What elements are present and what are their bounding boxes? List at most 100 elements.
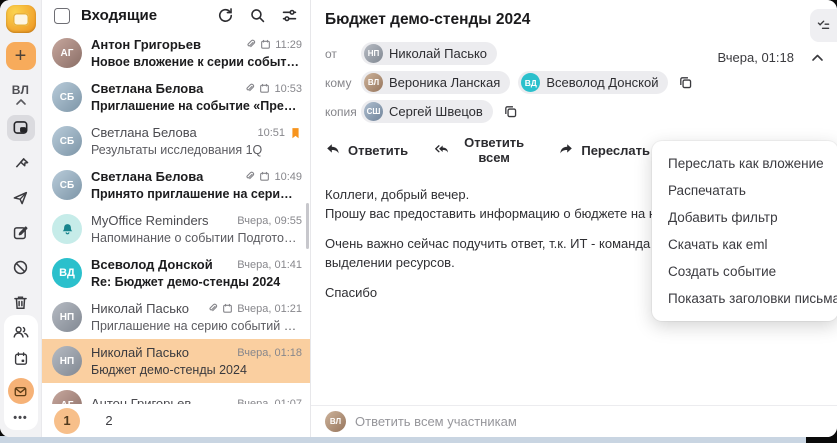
calendar-icon (260, 39, 271, 50)
email-list-item[interactable]: СБ Светлана Белова 10:51 Результаты иссл… (42, 119, 310, 163)
folder-spam-button[interactable] (7, 254, 35, 280)
email-list: АГ Антон Григорьев 11:29 Новое вложение … (42, 31, 310, 437)
email-list-item[interactable]: СБ Светлана Белова 10:49 Принято приглаш… (42, 163, 310, 207)
menu-item-show-headers[interactable]: Показать заголовки письма (652, 285, 837, 312)
reply-button[interactable]: Ответить (325, 143, 408, 158)
email-list-item[interactable]: АГ Антон Григорьев 11:29 Новое вложение … (42, 31, 310, 75)
menu-item-print[interactable]: Распечатать (652, 177, 837, 204)
reply-label: Ответить (348, 142, 409, 158)
copy-recipients-icon[interactable] (503, 104, 518, 119)
compose-button[interactable]: + (5, 41, 36, 70)
copy-recipients-icon[interactable] (678, 75, 693, 90)
email-list-item[interactable]: ВД Всеволод Донской Вчера, 01:41 Re: Бюд… (42, 251, 310, 295)
email-list-item-selected[interactable]: НП Николай Пасько Вчера, 01:18 Бюджет де… (42, 339, 310, 383)
calendar-app-icon[interactable] (13, 351, 29, 367)
sender-name: Светлана Белова (91, 169, 204, 184)
folder-sent-button[interactable] (7, 184, 35, 210)
sender-name: MyOffice Reminders (91, 213, 209, 228)
page-2-button[interactable]: 2 (96, 408, 122, 434)
folder-inbox-button[interactable] (6, 114, 35, 141)
contact-name: Вероника Ланская (389, 75, 501, 90)
screenshot-stage: + ВЛ ••• Входящие АГ Антон Григорьев 11:… (0, 0, 837, 443)
sender-name: Всеволод Донской (91, 257, 213, 272)
avatar: ВЛ (325, 411, 346, 432)
sender-name: Светлана Белова (91, 125, 197, 140)
sender-name: Светлана Белова (91, 81, 204, 96)
contact-chip-cc[interactable]: СШ Сергей Швецов (361, 100, 493, 123)
folder-trash-button[interactable] (7, 289, 35, 315)
folder-flagged-button[interactable] (7, 150, 35, 176)
avatar: СБ (52, 126, 82, 156)
account-chevron-up-icon[interactable] (15, 98, 27, 106)
message-date-row: Вчера, 01:18 (718, 50, 824, 65)
menu-item-add-filter[interactable]: Добавить фильтр (652, 204, 837, 231)
logo-envelope-icon (12, 13, 29, 26)
list-scrollbar[interactable] (306, 203, 309, 249)
avatar: СШ (364, 102, 383, 121)
message-date: Вчера, 01:18 (717, 50, 794, 65)
email-list-item[interactable]: СБ Светлана Белова 10:53 Приглашение на … (42, 75, 310, 119)
subject-line: Re: Бюджет демо-стенды 2024 (91, 275, 281, 289)
forward-label: Переслать (581, 142, 650, 158)
timestamp: Вчера, 01:18 (237, 346, 302, 359)
contact-chip-from[interactable]: НП Николай Пасько (361, 42, 498, 65)
timestamp: 11:29 (275, 38, 302, 51)
subject-line: Новое вложение к серии событий «Аналити… (91, 55, 302, 69)
list-header: Входящие (42, 0, 310, 31)
menu-item-forward-as-attachment[interactable]: Переслать как вложение (652, 150, 837, 177)
more-apps-icon[interactable]: ••• (13, 413, 28, 424)
avatar: СБ (52, 170, 82, 200)
avatar: НП (364, 44, 383, 63)
avatar: ВД (521, 73, 541, 92)
to-label: кому (325, 75, 352, 90)
menu-item-create-event[interactable]: Создать событие (652, 258, 837, 285)
timestamp: Вчера, 09:55 (237, 214, 302, 227)
subject-line: Приглашение на серию событий «Демо стен… (91, 319, 302, 333)
search-icon[interactable] (249, 7, 266, 24)
collapse-header-chevron-icon[interactable] (811, 53, 824, 62)
email-list-item[interactable]: НП Николай Пасько Вчера, 01:21 Приглашен… (42, 295, 310, 339)
quick-reply-bar[interactable]: ВЛ Ответить всем участникам (311, 405, 837, 437)
sender-name: Николай Пасько (91, 301, 190, 316)
subject-line: Напоминание о событии Подготовить отчет… (91, 231, 302, 245)
message-subject: Бюджет демо-стенды 2024 (325, 11, 531, 28)
tasks-panel-toggle[interactable] (810, 9, 837, 42)
avatar: ВД (52, 258, 82, 288)
paperclip-icon (207, 303, 218, 314)
reply-all-label: Ответить всем (464, 135, 525, 165)
bookmark-icon (289, 126, 302, 140)
refresh-icon[interactable] (217, 7, 234, 24)
paperclip-icon (244, 171, 255, 182)
email-list-item[interactable]: MyOffice Reminders Вчера, 09:55 Напомина… (42, 207, 310, 251)
menu-item-download-eml[interactable]: Скачать как eml (652, 231, 837, 258)
folder-drafts-button[interactable] (7, 219, 35, 245)
mail-app-active[interactable] (7, 378, 34, 404)
avatar: НП (52, 302, 82, 332)
timestamp: 10:49 (274, 170, 302, 183)
avatar: АГ (52, 38, 82, 68)
contact-chip-to[interactable]: ВЛ Вероника Ланская (361, 71, 511, 94)
sender-name: Антон Григорьев (91, 37, 201, 52)
from-label: от (325, 46, 337, 61)
mail-list-pane: Входящие АГ Антон Григорьев 11:29 Новое … (42, 0, 311, 437)
filter-tune-icon[interactable] (281, 7, 298, 24)
subject-line: Бюджет демо-стенды 2024 (91, 363, 247, 377)
forward-button[interactable]: Переслать (558, 143, 650, 158)
more-actions-menu: Переслать как вложение Распечатать Добав… (652, 141, 837, 321)
contacts-app-icon[interactable] (12, 324, 30, 340)
timestamp: 10:51 (257, 126, 285, 139)
reply-all-button[interactable]: Ответить всем (435, 135, 531, 165)
calendar-icon (259, 171, 270, 182)
myoffice-logo-icon[interactable] (5, 5, 36, 33)
user-initials[interactable]: ВЛ (12, 83, 29, 97)
calendar-icon (222, 303, 233, 314)
page-1-button[interactable]: 1 (54, 407, 80, 434)
subject-line: Приглашение на событие «Предварительно… (91, 99, 302, 113)
subject-line: Результаты исследования 1Q (91, 143, 263, 157)
select-all-checkbox[interactable] (54, 7, 70, 24)
contact-chip-to[interactable]: ВД Всеволод Донской (518, 71, 669, 94)
reminder-bell-icon (52, 214, 82, 244)
app-rail: + ВЛ ••• (0, 0, 42, 437)
app-window: + ВЛ ••• Входящие АГ Антон Григорьев 11:… (0, 0, 837, 437)
contact-name: Всеволод Донской (546, 75, 659, 90)
